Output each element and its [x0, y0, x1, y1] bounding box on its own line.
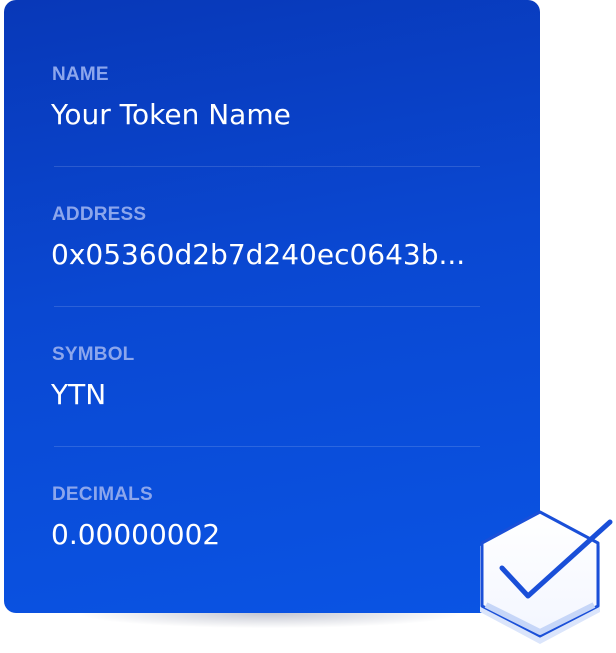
token-address-value: 0x05360d2b7d240ec0643b... — [51, 238, 466, 271]
token-details-card: NAME Your Token Name ADDRESS 0x05360d2b7… — [4, 0, 540, 613]
token-name-value: Your Token Name — [51, 98, 291, 131]
verified-check-icon — [476, 508, 616, 648]
token-symbol-label: SYMBOL — [52, 344, 135, 365]
token-address-label: ADDRESS — [52, 204, 147, 225]
token-symbol-value: YTN — [51, 378, 107, 411]
divider — [54, 446, 480, 447]
divider — [54, 166, 480, 167]
token-decimals-label: DECIMALS — [52, 484, 153, 505]
token-name-label: NAME — [52, 64, 109, 85]
divider — [54, 306, 480, 307]
token-decimals-value: 0.00000002 — [51, 518, 221, 551]
